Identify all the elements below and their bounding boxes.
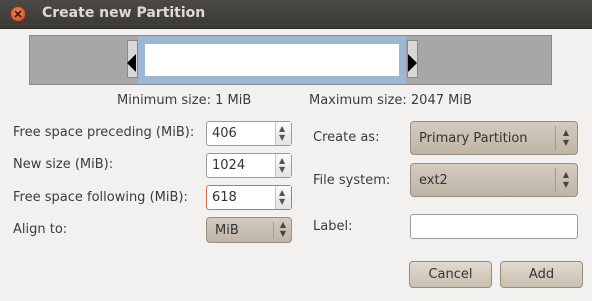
left-arrow-icon [127,54,136,72]
partition-label-input[interactable] [410,214,578,239]
partition-label-label: Label: [313,219,353,234]
align-to-select[interactable]: MiB ▲ ▼ [206,217,292,243]
add-button[interactable]: Add [500,261,583,288]
up-arrow-icon[interactable]: ▲ [279,189,285,197]
partition-fill [145,44,399,76]
down-arrow-icon[interactable]: ▼ [279,198,285,206]
free-following-value: 618 [212,190,237,205]
stepper-arrows[interactable]: ▲ ▼ [275,186,291,209]
create-as-value: Primary Partition [419,131,528,146]
combo-separator [555,126,556,150]
minimum-size-label: Minimum size: 1 MiB [117,93,252,108]
down-arrow-icon[interactable]: ▼ [279,134,285,142]
down-arrow-icon[interactable]: ▼ [279,166,285,174]
down-arrow-icon: ▼ [562,138,570,147]
right-resize-handle[interactable] [407,40,418,78]
free-following-label: Free space following (MiB): [13,190,188,205]
down-arrow-icon: ▼ [562,180,570,189]
close-icon[interactable] [10,6,26,22]
partition-region[interactable] [138,36,406,84]
title-bar: Create new Partition [0,0,592,29]
right-arrow-icon [408,54,417,72]
partition-size-graph[interactable] [29,35,552,85]
combo-separator [273,222,274,238]
stepper-arrows[interactable]: ▲ ▼ [275,122,291,145]
new-size-stepper[interactable]: 1024 ▲ ▼ [206,153,292,178]
up-arrow-icon[interactable]: ▲ [279,125,285,133]
new-size-label: New size (MiB): [13,157,114,172]
file-system-value: ext2 [419,173,448,188]
align-to-label: Align to: [13,222,68,237]
free-preceding-value: 406 [212,126,237,141]
up-arrow-icon: ▲ [562,170,570,179]
up-arrow-icon: ▲ [562,128,570,137]
maximum-size-label: Maximum size: 2047 MiB [309,93,472,108]
create-as-select[interactable]: Primary Partition ▲ ▼ [410,121,578,155]
new-size-value: 1024 [212,158,246,173]
up-arrow-icon[interactable]: ▲ [279,157,285,165]
cancel-button[interactable]: Cancel [409,261,492,288]
file-system-select[interactable]: ext2 ▲ ▼ [410,163,578,197]
free-preceding-label: Free space preceding (MiB): [13,125,195,140]
file-system-label: File system: [313,173,391,188]
stepper-arrows[interactable]: ▲ ▼ [275,154,291,177]
free-preceding-stepper[interactable]: 406 ▲ ▼ [206,121,292,146]
up-arrow-icon: ▲ [279,220,287,229]
left-resize-handle[interactable] [127,40,138,78]
free-following-stepper[interactable]: 618 ▲ ▼ [206,185,292,210]
create-as-label: Create as: [313,130,380,145]
window-title: Create new Partition [42,5,206,21]
down-arrow-icon: ▼ [279,229,287,238]
combo-separator [555,168,556,192]
align-to-value: MiB [215,223,239,238]
